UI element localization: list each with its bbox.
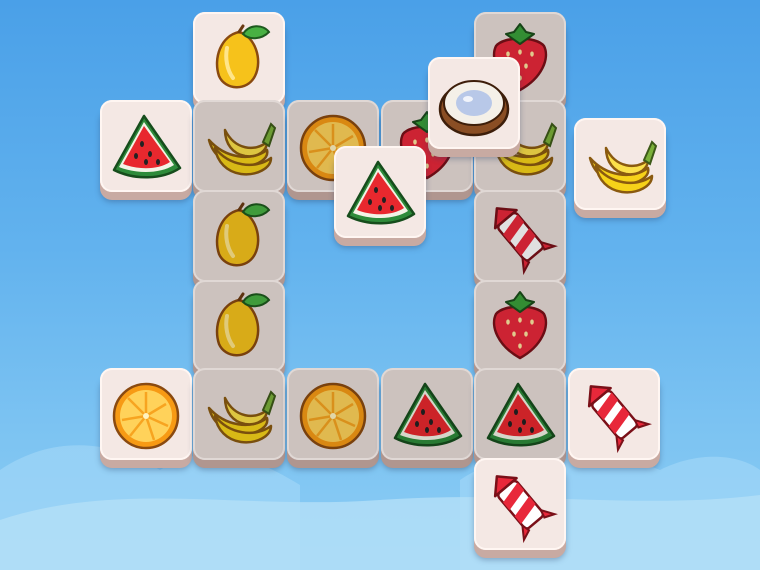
tile[interactable] xyxy=(474,458,566,550)
rocket-icon xyxy=(480,464,560,544)
tile[interactable] xyxy=(100,100,192,192)
tile[interactable] xyxy=(474,280,566,372)
tile[interactable] xyxy=(287,368,379,460)
tile[interactable] xyxy=(568,368,660,460)
orange-icon xyxy=(293,374,373,454)
rocket-icon xyxy=(480,196,560,276)
rocket-icon xyxy=(574,374,654,454)
tile[interactable] xyxy=(193,190,285,282)
watermelon-icon xyxy=(480,374,560,454)
banana-icon xyxy=(199,106,279,186)
strawberry-icon xyxy=(480,286,560,366)
tile[interactable] xyxy=(428,57,520,149)
tile[interactable] xyxy=(193,280,285,372)
watermelon-icon xyxy=(387,374,467,454)
tile[interactable] xyxy=(474,368,566,460)
tile[interactable] xyxy=(100,368,192,460)
orange-icon xyxy=(106,374,186,454)
game-board xyxy=(0,0,760,570)
sky-background xyxy=(0,445,760,570)
watermelon-icon xyxy=(340,152,420,232)
mango-icon xyxy=(199,196,279,276)
tile[interactable] xyxy=(574,118,666,210)
tile[interactable] xyxy=(193,100,285,192)
mango-icon xyxy=(199,18,279,98)
mango-icon xyxy=(199,286,279,366)
tile[interactable] xyxy=(474,190,566,282)
tile[interactable] xyxy=(334,146,426,238)
tile[interactable] xyxy=(381,368,473,460)
tile[interactable] xyxy=(193,368,285,460)
banana-icon xyxy=(580,124,660,204)
banana-icon xyxy=(199,374,279,454)
coconut-icon xyxy=(434,63,514,143)
tile[interactable] xyxy=(193,12,285,104)
watermelon-icon xyxy=(106,106,186,186)
